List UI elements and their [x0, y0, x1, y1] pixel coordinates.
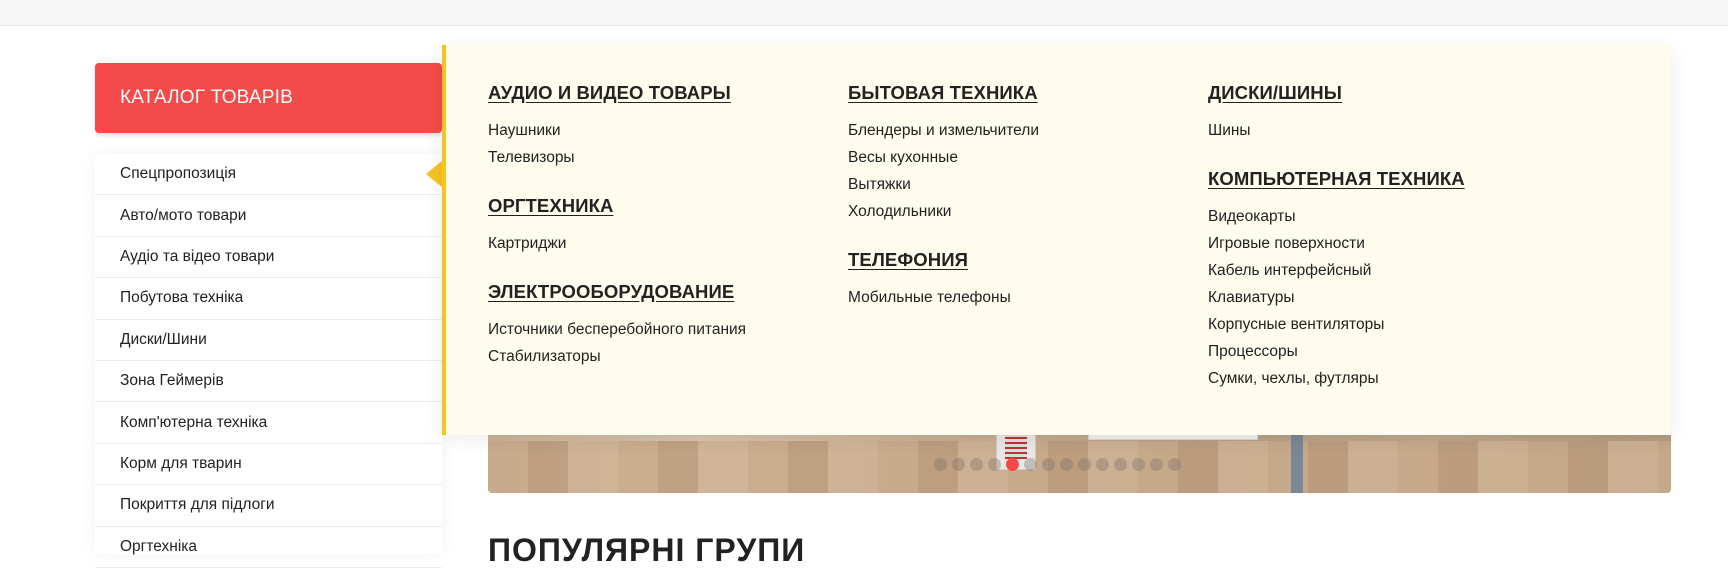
menu-link[interactable]: Весы кухонные — [848, 144, 1039, 171]
sidebar-item-audio-video[interactable]: Аудіо та відео товари — [95, 237, 442, 279]
catalog-sidebar: Спецпропозиція Авто/мото товари Аудіо та… — [95, 154, 443, 568]
menu-group-title[interactable]: АУДИО И ВИДЕО ТОВАРЫ — [488, 82, 746, 104]
menu-link[interactable]: Блендеры и измельчители — [848, 117, 1039, 144]
menu-link[interactable]: Телевизоры — [488, 144, 746, 171]
sidebar-item-home-appliances[interactable]: Побутова техніка — [95, 278, 442, 320]
menu-group-title[interactable]: КОМПЬЮТЕРНАЯ ТЕХНИКА — [1208, 168, 1465, 190]
slider-dot[interactable] — [1168, 458, 1181, 471]
mega-menu: АУДИО И ВИДЕО ТОВАРЫ Наушники Телевизоры… — [442, 45, 1671, 435]
popular-groups-title: ПОПУЛЯРНІ ГРУПИ — [488, 532, 806, 568]
slider-dot[interactable] — [970, 458, 983, 471]
slider-dot[interactable] — [1042, 458, 1055, 471]
top-bar — [0, 0, 1728, 26]
sidebar-item-special-offers[interactable]: Спецпропозиція — [95, 154, 443, 196]
slider-dot[interactable] — [952, 458, 965, 471]
menu-link[interactable]: Вытяжки — [848, 171, 1039, 198]
sidebar-item-gamer-zone[interactable]: Зона Геймерів — [95, 361, 442, 403]
menu-group: БЫТОВАЯ ТЕХНИКА Блендеры и измельчители … — [848, 82, 1039, 225]
slider-dot[interactable] — [934, 458, 947, 471]
sidebar-item-wheels-tires[interactable]: Диски/Шини — [95, 320, 442, 361]
menu-link[interactable]: Наушники — [488, 117, 746, 144]
slider-dot[interactable] — [1114, 458, 1127, 471]
menu-link[interactable]: Сумки, чехлы, футляры — [1208, 365, 1465, 392]
slider-dot[interactable] — [988, 458, 1001, 471]
slider-dot[interactable] — [1132, 458, 1145, 471]
sidebar-item-pet-food[interactable]: Корм для тварин — [95, 444, 442, 486]
menu-link[interactable]: Игровые поверхности — [1208, 230, 1465, 257]
slider-dot[interactable] — [1078, 458, 1091, 471]
sidebar-item-office-equipment[interactable]: Оргтехніка — [95, 527, 442, 568]
menu-group-title[interactable]: БЫТОВАЯ ТЕХНИКА — [848, 82, 1039, 104]
menu-link[interactable]: Кабель интерфейсный — [1208, 257, 1465, 284]
menu-link[interactable]: Шины — [1208, 117, 1465, 144]
menu-link[interactable]: Видеокарты — [1208, 203, 1465, 230]
menu-group-title[interactable]: ДИСКИ/ШИНЫ — [1208, 82, 1465, 104]
mega-menu-column: БЫТОВАЯ ТЕХНИКА Блендеры и измельчители … — [848, 45, 1039, 311]
menu-group: ЭЛЕКТРООБОРУДОВАНИЕ Источники бесперебой… — [488, 281, 746, 370]
menu-link[interactable]: Корпусные вентиляторы — [1208, 311, 1465, 338]
menu-link[interactable]: Холодильники — [848, 198, 1039, 225]
menu-group: ТЕЛЕФОНИЯ Мобильные телефоны — [848, 249, 1039, 311]
menu-link[interactable]: Мобильные телефоны — [848, 284, 1039, 311]
mega-menu-column: АУДИО И ВИДЕО ТОВАРЫ Наушники Телевизоры… — [488, 45, 746, 370]
slider-dot[interactable] — [1006, 458, 1019, 471]
menu-group-title[interactable]: ТЕЛЕФОНИЯ — [848, 249, 1039, 271]
slider-dots — [934, 458, 1181, 471]
menu-group: ОРГТЕХНИКА Картриджи — [488, 195, 746, 257]
menu-link[interactable]: Стабилизаторы — [488, 343, 746, 370]
slider-dot[interactable] — [1150, 458, 1163, 471]
menu-link[interactable]: Клавиатуры — [1208, 284, 1465, 311]
menu-group: КОМПЬЮТЕРНАЯ ТЕХНИКА Видеокарты Игровые … — [1208, 168, 1465, 392]
sidebar-item-computers[interactable]: Комп'ютерна техніка — [95, 402, 442, 444]
menu-link[interactable]: Картриджи — [488, 230, 746, 257]
menu-group: ДИСКИ/ШИНЫ Шины — [1208, 82, 1465, 144]
slider-dot[interactable] — [1060, 458, 1073, 471]
catalog-button[interactable]: КАТАЛОГ ТОВАРІВ — [95, 63, 442, 133]
sidebar-item-auto-moto[interactable]: Авто/мото товари — [95, 195, 442, 237]
slider-dot[interactable] — [1024, 458, 1037, 471]
slider-dot[interactable] — [1096, 458, 1109, 471]
menu-link[interactable]: Источники бесперебойного питания — [488, 316, 746, 343]
menu-group: АУДИО И ВИДЕО ТОВАРЫ Наушники Телевизоры — [488, 82, 746, 171]
menu-group-title[interactable]: ОРГТЕХНИКА — [488, 195, 746, 217]
sidebar-item-flooring[interactable]: Покриття для підлоги — [95, 485, 442, 527]
menu-group-title[interactable]: ЭЛЕКТРООБОРУДОВАНИЕ — [488, 281, 746, 303]
menu-link[interactable]: Процессоры — [1208, 338, 1465, 365]
mega-menu-column: ДИСКИ/ШИНЫ Шины КОМПЬЮТЕРНАЯ ТЕХНИКА Вид… — [1208, 45, 1465, 392]
